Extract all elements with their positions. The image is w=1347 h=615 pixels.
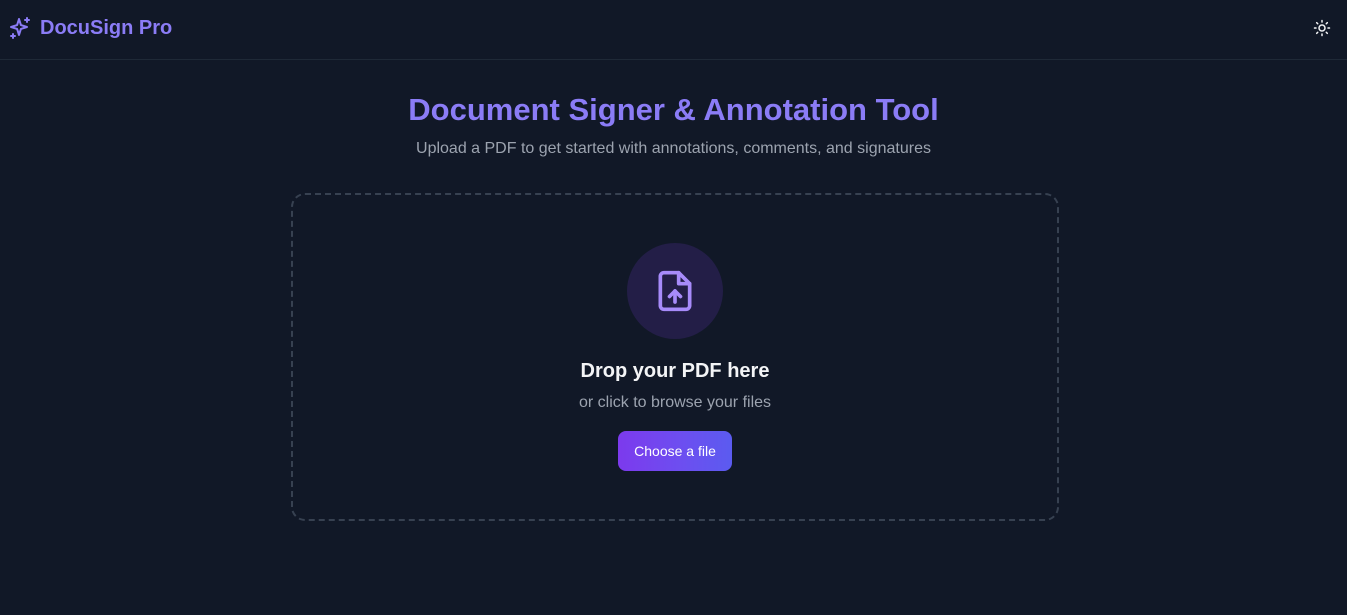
dropzone-subtitle: or click to browse your files [578, 394, 772, 411]
brand[interactable]: DocuSign Pro [8, 15, 172, 41]
file-upload-icon [653, 267, 697, 315]
pdf-dropzone[interactable]: Drop your PDF here or click to browse yo… [291, 193, 1059, 521]
page-title: Document Signer & Annotation Tool [408, 92, 939, 127]
dropzone-title: Drop your PDF here [580, 360, 770, 382]
brand-name: DocuSign Pro [40, 17, 173, 39]
sparkles-icon [8, 16, 32, 40]
page-subtitle: Upload a PDF to get started with annotat… [416, 140, 931, 157]
upload-icon-circle [627, 243, 723, 339]
sun-icon [1313, 19, 1331, 37]
choose-file-button[interactable]: Choose a file [618, 431, 732, 471]
theme-toggle-button[interactable] [1313, 19, 1331, 37]
top-header: DocuSign Pro [0, 0, 1347, 60]
